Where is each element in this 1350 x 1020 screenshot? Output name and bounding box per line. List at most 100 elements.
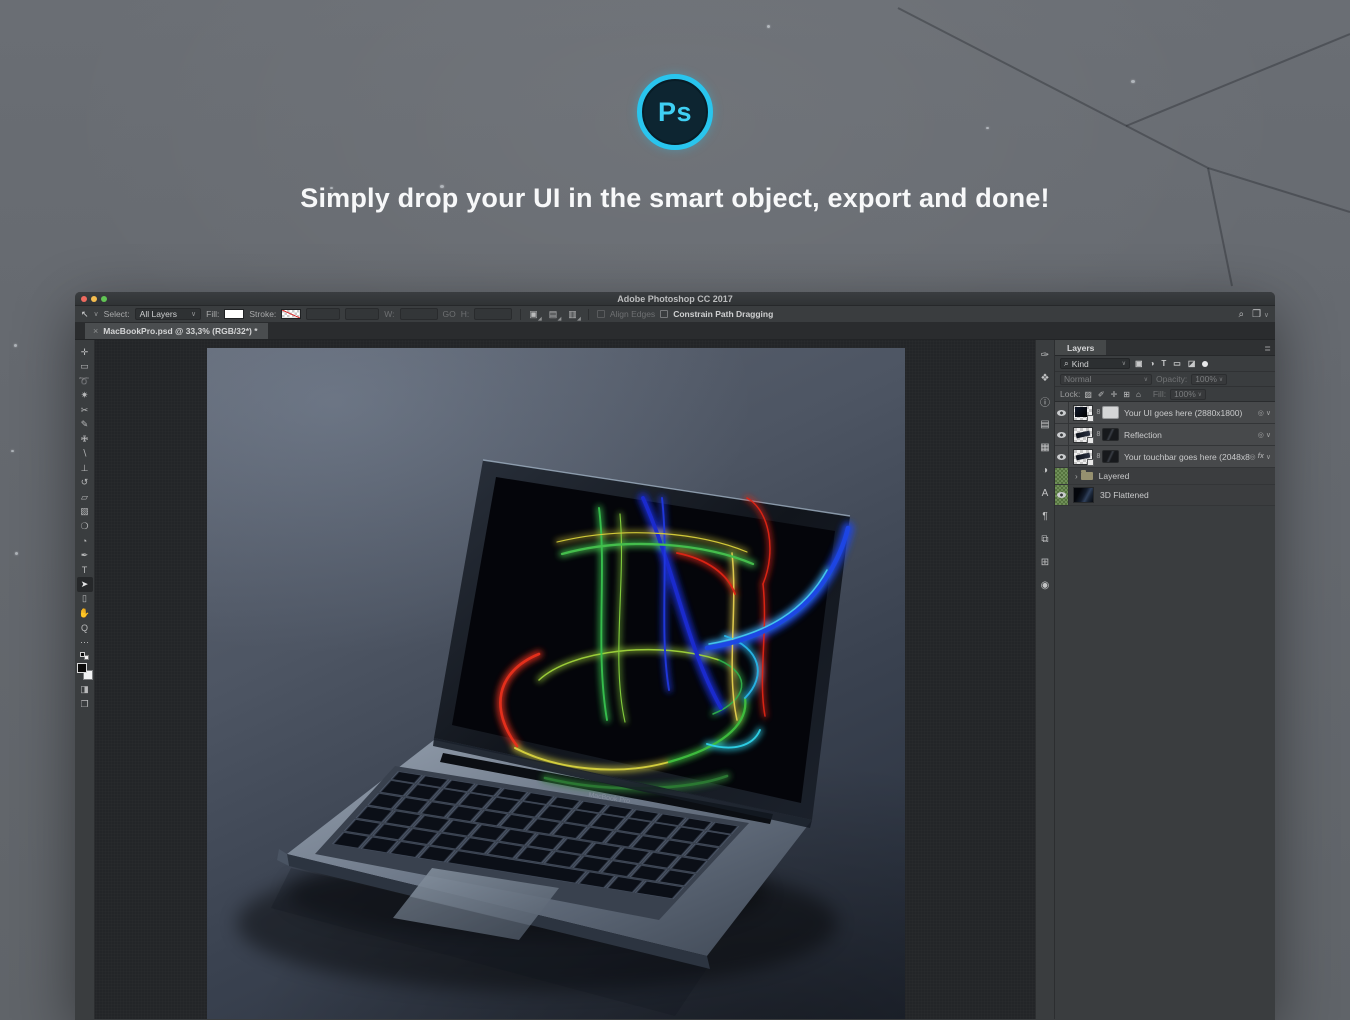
layer-thumbnail[interactable] [1073, 405, 1093, 421]
stroke-style-field[interactable] [345, 308, 379, 320]
layer-name[interactable]: Layered [1099, 471, 1275, 481]
history-brush-tool-icon[interactable]: ↺ [77, 476, 93, 491]
fill-swatch[interactable] [224, 309, 244, 319]
tab-layers[interactable]: Layers [1055, 340, 1106, 355]
quick-selection-tool-icon[interactable]: ✷ [77, 389, 93, 404]
zoom-tool-icon[interactable]: Q [77, 621, 93, 636]
canvas-pasteboard[interactable]: MacBook Pro [95, 340, 1035, 1019]
filter-type-layers-icon[interactable]: T [1161, 359, 1166, 368]
mask-thumbnail[interactable] [1102, 450, 1119, 463]
eyedropper-tool-icon[interactable]: ✎ [77, 418, 93, 433]
panel-info-icon[interactable]: ⓘ [1037, 393, 1053, 409]
zoom-window-button[interactable] [101, 296, 107, 302]
layer-row[interactable]: 8Your touchbar goes here (2048x85)◎fx∨ [1055, 446, 1275, 468]
layer-row[interactable]: 3D Flattened [1055, 485, 1275, 506]
pen-tool-icon[interactable]: ✒ [77, 548, 93, 563]
type-tool-icon[interactable]: T [77, 563, 93, 578]
hand-tool-icon[interactable]: ✋ [77, 606, 93, 621]
panel-layer-comps-icon[interactable]: ⧉ [1037, 531, 1053, 547]
visibility-toggle[interactable] [1055, 446, 1069, 467]
clone-stamp-tool-icon[interactable]: ⊥ [77, 461, 93, 476]
crop-tool-icon[interactable]: ✂ [77, 403, 93, 418]
lock-all-icon[interactable]: ⌂ [1136, 390, 1141, 399]
marquee-tool-icon[interactable]: ▭ [77, 360, 93, 375]
document-tab[interactable]: × MacBookPro.psd @ 33,3% (RGB/32*) * [85, 323, 268, 339]
quick-mask-button-icon[interactable]: ◨ [77, 683, 93, 698]
mask-thumbnail[interactable] [1102, 428, 1119, 441]
shape-tool-icon[interactable]: ▯ [77, 592, 93, 607]
filter-shape-layers-icon[interactable]: ▭ [1173, 359, 1181, 368]
layer-row[interactable]: 8Your UI goes here (2880x1800)◎∨ [1055, 402, 1275, 424]
chevron-down-icon[interactable]: ∨ [1266, 431, 1271, 439]
filter-kind-dropdown[interactable]: ⌕ Kind ∨ [1060, 358, 1130, 369]
eraser-tool-icon[interactable]: ▱ [77, 490, 93, 505]
lock-position-icon[interactable]: ✛ [1111, 390, 1118, 399]
panel-libraries-icon[interactable]: ◉ [1037, 577, 1053, 593]
layer-thumbnail[interactable] [1073, 449, 1093, 465]
opacity-dropdown[interactable]: 100% ∨ [1191, 374, 1227, 385]
constrain-path-checkbox[interactable] [660, 310, 668, 318]
distribute-icon[interactable]: ▥◢ [568, 309, 580, 320]
layer-row[interactable]: 8Reflection◎∨ [1055, 424, 1275, 446]
gradient-tool-icon[interactable]: ▧ [77, 505, 93, 520]
filter-smart-objects-icon[interactable]: ◪ [1188, 359, 1196, 368]
layer-row[interactable]: › Layered [1055, 468, 1275, 485]
brush-tool-icon[interactable]: ∖ [77, 447, 93, 462]
minimize-window-button[interactable] [91, 296, 97, 302]
align-edges-checkbox[interactable] [597, 310, 605, 318]
current-tool-icon[interactable]: ↖ [81, 309, 89, 320]
panel-brush-presets-icon[interactable]: ❖ [1037, 370, 1053, 386]
visibility-toggle[interactable] [1055, 468, 1069, 484]
color-swatches[interactable] [77, 663, 93, 680]
layer-thumbnail[interactable] [1073, 487, 1094, 503]
layers-empty-area[interactable] [1055, 506, 1275, 1019]
width-input[interactable] [400, 308, 438, 320]
foreground-color-swatch[interactable] [77, 663, 87, 673]
visibility-toggle[interactable] [1055, 402, 1069, 423]
panel-paragraph-icon[interactable]: ¶ [1037, 508, 1053, 524]
blend-mode-dropdown[interactable]: Normal ∨ [1060, 374, 1152, 385]
layer-name[interactable]: Your touchbar goes here (2048x85) [1124, 452, 1250, 462]
filter-adjustment-layers-icon[interactable]: ◑ [1150, 359, 1155, 368]
select-mode-dropdown[interactable]: All Layers ∨ [135, 308, 201, 320]
visibility-toggle[interactable] [1055, 424, 1069, 445]
lock-transparency-icon[interactable]: ▨ [1084, 390, 1092, 399]
panel-glyphs-icon[interactable]: ⊞ [1037, 554, 1053, 570]
stroke-width-field[interactable] [306, 308, 340, 320]
chevron-down-icon[interactable]: ∨ [1266, 409, 1271, 417]
link-dimensions-icon[interactable]: GO [443, 309, 456, 319]
layer-name[interactable]: Reflection [1124, 430, 1258, 440]
stroke-swatch[interactable] [281, 309, 301, 319]
blur-tool-icon[interactable]: ❍ [77, 519, 93, 534]
screen-mode-button-icon[interactable]: ❐ [77, 697, 93, 712]
panel-brush-settings-icon[interactable]: ✑ [1037, 347, 1053, 363]
close-tab-icon[interactable]: × [93, 326, 98, 336]
panel-histogram-icon[interactable]: ▤ [1037, 416, 1053, 432]
panel-adjustments-icon[interactable]: ◑ [1037, 462, 1053, 478]
group-disclosure-icon[interactable]: › [1075, 472, 1078, 481]
more-tools-icon[interactable]: ⋯ [77, 635, 93, 650]
align-left-edges-icon[interactable]: ▣◢ [529, 309, 541, 320]
layer-thumbnail[interactable] [1073, 427, 1093, 443]
filter-pixel-layers-icon[interactable]: ▣ [1135, 359, 1143, 368]
filter-toggle-icon[interactable] [1202, 361, 1208, 367]
panel-swatches-icon[interactable]: ▦ [1037, 439, 1053, 455]
panel-menu-icon[interactable]: ≣ [1264, 344, 1271, 353]
height-input[interactable] [474, 308, 512, 320]
healing-brush-tool-icon[interactable]: ✙ [77, 432, 93, 447]
mask-thumbnail[interactable] [1102, 406, 1119, 419]
align-center-icon[interactable]: ▤◢ [549, 309, 561, 320]
search-icon[interactable]: ⌕ [1239, 309, 1245, 320]
path-selection-tool-icon[interactable]: ➤ [77, 577, 93, 592]
dodge-tool-icon[interactable]: ◔ [77, 534, 93, 549]
lasso-tool-icon[interactable]: ➰ [77, 374, 93, 389]
lock-pixels-icon[interactable]: ✐ [1098, 390, 1105, 399]
tool-preset-chevron-icon[interactable]: ∨ [94, 310, 99, 318]
panel-character-icon[interactable]: A [1037, 485, 1053, 501]
fill-dropdown[interactable]: 100% ∨ [1170, 389, 1206, 400]
move-tool-icon[interactable]: ✛ [77, 345, 93, 360]
layer-name[interactable]: Your UI goes here (2880x1800) [1124, 408, 1258, 418]
chevron-down-icon[interactable]: ∨ [1266, 453, 1271, 461]
lock-artboard-icon[interactable]: ⊞ [1123, 390, 1130, 399]
visibility-toggle[interactable] [1055, 485, 1069, 505]
